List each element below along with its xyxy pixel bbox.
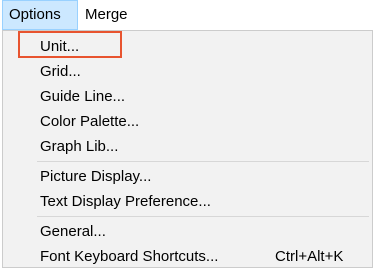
menu-item-color-palette[interactable]: Color Palette...	[3, 110, 372, 134]
menu-item-label: Guide Line...	[40, 88, 126, 105]
menu-item-label: Picture Display...	[40, 168, 152, 185]
highlight-box	[18, 31, 122, 58]
menu-item-guide-line[interactable]: Guide Line...	[3, 85, 372, 109]
menu-item-picture-display[interactable]: Picture Display...	[3, 165, 372, 189]
menu-item-shortcut: Ctrl+Alt+K	[275, 248, 344, 265]
menu-item-text-display-preference[interactable]: Text Display Preference...	[3, 190, 372, 214]
menu-separator	[37, 216, 369, 217]
menu-item-general[interactable]: General...	[3, 220, 372, 244]
menu-merge[interactable]: Merge	[79, 0, 134, 30]
menu-item-grid[interactable]: Grid...	[3, 60, 372, 84]
menu-item-label: Text Display Preference...	[40, 193, 211, 210]
menu-item-label: Color Palette...	[40, 113, 140, 130]
menu-item-font-keyboard-shortcuts[interactable]: Font Keyboard Shortcuts... Ctrl+Alt+K	[3, 245, 372, 269]
menu-item-graph-lib[interactable]: Graph Lib...	[3, 135, 372, 159]
menu-item-label: Grid...	[40, 63, 81, 80]
options-dropdown-menu: Unit... Grid... Guide Line... Color Pale…	[2, 30, 373, 268]
menu-item-label: Font Keyboard Shortcuts...	[40, 248, 219, 265]
menu-item-label: Graph Lib...	[40, 138, 119, 155]
menu-item-label: General...	[40, 223, 106, 240]
menu-separator	[37, 161, 369, 162]
menu-bar: Options Merge	[0, 0, 375, 30]
menu-options[interactable]: Options	[2, 0, 78, 30]
